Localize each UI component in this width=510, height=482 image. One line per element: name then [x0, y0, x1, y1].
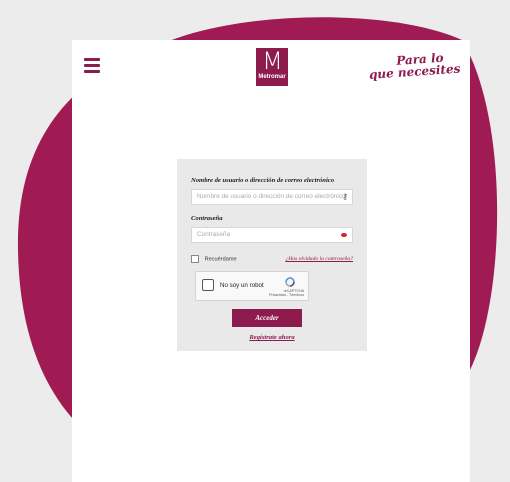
recaptcha-label: No soy un robot [220, 282, 264, 289]
show-password-eye-icon[interactable] [341, 233, 347, 237]
slogan: Para lo que necesites [359, 51, 461, 82]
remember-me[interactable]: Recuérdame [191, 255, 237, 263]
logo-text: Metromar [258, 74, 286, 80]
metromar-logo[interactable]: M Metromar [256, 48, 288, 86]
recaptcha-brand: reCAPTCHA Privacidad - Términos [269, 289, 304, 297]
recaptcha-widget: No soy un robot reCAPTCHA Privacidad - T… [195, 271, 309, 301]
password-input[interactable]: Contraseña [191, 227, 353, 243]
password-placeholder: Contraseña [197, 231, 231, 238]
login-form: Nombre de usuario o dirección de correo … [177, 159, 367, 351]
recaptcha-checkbox[interactable] [202, 279, 214, 291]
forgot-password-link[interactable]: ¿Has olvidado la contraseña? [285, 255, 353, 263]
site-header: M Metromar Para lo que necesites [72, 40, 470, 100]
login-button[interactable]: Acceder [232, 309, 302, 327]
username-placeholder: Nombre de usuario o dirección de correo … [197, 193, 346, 200]
hamburger-menu-icon[interactable] [84, 58, 100, 74]
login-page: M Metromar Para lo que necesites Nombre … [72, 40, 470, 482]
username-input[interactable]: Nombre de usuario o dirección de correo … [191, 189, 353, 205]
password-label: Contraseña [191, 215, 223, 222]
recaptcha-logo-icon [285, 277, 295, 287]
autofill-key-icon[interactable]: ⚷ [342, 190, 348, 204]
username-label: Nombre de usuario o dirección de correo … [191, 177, 335, 184]
register-link[interactable]: Regístrate ahora [177, 334, 367, 341]
recaptcha-privacy-links[interactable]: Privacidad - Términos [269, 293, 304, 297]
remember-label: Recuérdame [204, 256, 237, 263]
logo-m-icon: M [262, 47, 283, 75]
remember-checkbox[interactable] [191, 255, 199, 263]
